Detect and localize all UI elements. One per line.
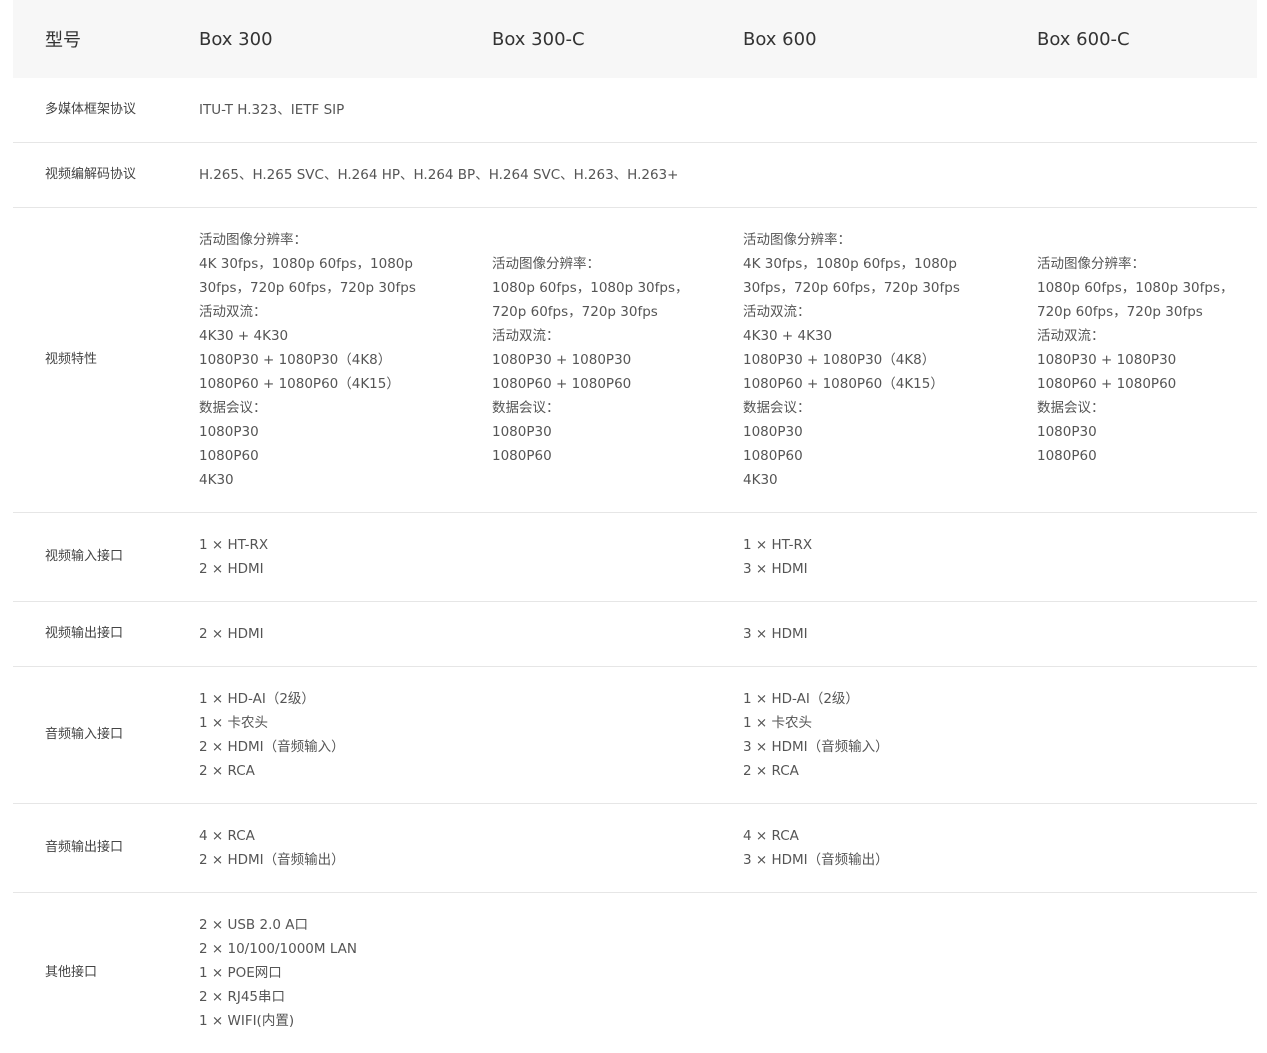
cell-video-features-box300c: 活动图像分辨率：1080p 60fps，1080p 30fps，720p 60f… <box>492 208 743 513</box>
row-label-video-output: 视频输出接口 <box>13 602 199 667</box>
cell-line: 活动图像分辨率： <box>492 252 743 276</box>
row-video-output: 视频输出接口 2 × HDMI 3 × HDMI <box>13 602 1257 667</box>
cell-line: 1 × HD-AI（2级） <box>743 687 1257 711</box>
cell-line: 1080P30 + 1080P30 <box>1037 348 1257 372</box>
cell-line: 2 × RJ45串口 <box>199 985 1257 1009</box>
cell-line: 活动双流： <box>1037 324 1257 348</box>
cell-line: 1080P60 <box>1037 444 1257 468</box>
cell-line: 2 × RCA <box>743 759 1257 783</box>
cell-line: 2 × HDMI <box>199 557 743 581</box>
cell-line: 1080P30 + 1080P30 <box>492 348 743 372</box>
row-label-video-input: 视频输入接口 <box>13 513 199 602</box>
cell-line: 3 × HDMI <box>743 622 1257 646</box>
cell-line: 4K 30fps，1080p 60fps，1080p <box>199 252 492 276</box>
row-audio-output: 音频输出接口 4 × RCA2 × HDMI（音频输出） 4 × RCA3 × … <box>13 804 1257 893</box>
row-label-codec: 视频编解码协议 <box>13 143 199 208</box>
cell-line: 数据会议： <box>492 396 743 420</box>
protocol-value: ITU-T H.323、IETF SIP <box>199 78 1257 143</box>
cell-line: 数据会议： <box>1037 396 1257 420</box>
cell-line: 1080P60 + 1080P60 <box>492 372 743 396</box>
cell-line: 1080P60 <box>743 444 1037 468</box>
cell-line: 1080P30 + 1080P30（4K8） <box>743 348 1037 372</box>
cell-line: 2 × HDMI <box>199 622 743 646</box>
cell-line: 4K30 + 4K30 <box>199 324 492 348</box>
cell-line: 1080P60 <box>492 444 743 468</box>
cell-line: 4K30 <box>743 468 1037 492</box>
row-protocol: 多媒体框架协议 ITU-T H.323、IETF SIP <box>13 78 1257 143</box>
codec-value: H.265、H.265 SVC、H.264 HP、H.264 BP、H.264 … <box>199 143 1257 208</box>
cell-line: 1 × 卡农头 <box>199 711 743 735</box>
row-label-audio-output: 音频输出接口 <box>13 804 199 893</box>
cell-line: 2 × HDMI（音频输入） <box>199 735 743 759</box>
cell-line: 1 × 卡农头 <box>743 711 1257 735</box>
model-header-box300c: Box 300-C <box>492 0 743 78</box>
header-row: 型号 Box 300 Box 300-C Box 600 Box 600-C <box>13 0 1257 78</box>
cell-line: 活动图像分辨率： <box>743 228 1037 252</box>
cell-audio-output-box300: 4 × RCA2 × HDMI（音频输出） <box>199 804 743 893</box>
cell-line: 活动图像分辨率： <box>199 228 492 252</box>
cell-line: 1 × HT-RX <box>199 533 743 557</box>
cell-line: 720p 60fps，720p 30fps <box>1037 300 1257 324</box>
cell-audio-input-box300: 1 × HD-AI（2级）1 × 卡农头2 × HDMI（音频输入）2 × RC… <box>199 667 743 804</box>
cell-line: 2 × HDMI（音频输出） <box>199 848 743 872</box>
cell-line: 4 × RCA <box>199 824 743 848</box>
cell-line: 3 × HDMI（音频输入） <box>743 735 1257 759</box>
model-header-label: 型号 <box>13 0 199 78</box>
cell-line: 数据会议： <box>199 396 492 420</box>
spec-table: 型号 Box 300 Box 300-C Box 600 Box 600-C 多… <box>13 0 1257 1053</box>
cell-line: 4 × RCA <box>743 824 1257 848</box>
cell-line: 720p 60fps，720p 30fps <box>492 300 743 324</box>
cell-video-output-box600: 3 × HDMI <box>743 602 1257 667</box>
cell-line: 2 × RCA <box>199 759 743 783</box>
cell-line: 4K30 <box>199 468 492 492</box>
cell-line: 活动图像分辨率： <box>1037 252 1257 276</box>
cell-line: 1080P60 + 1080P60 <box>1037 372 1257 396</box>
cell-video-features-box600c: 活动图像分辨率：1080p 60fps，1080p 30fps，720p 60f… <box>1037 208 1257 513</box>
cell-video-input-box600: 1 × HT-RX3 × HDMI <box>743 513 1257 602</box>
cell-line: 2 × USB 2.0 A口 <box>199 913 1257 937</box>
row-video-input: 视频输入接口 1 × HT-RX2 × HDMI 1 × HT-RX3 × HD… <box>13 513 1257 602</box>
model-header-box300: Box 300 <box>199 0 492 78</box>
cell-line: 1080P30 + 1080P30（4K8） <box>199 348 492 372</box>
cell-line: 30fps，720p 60fps，720p 30fps <box>199 276 492 300</box>
cell-line: 3 × HDMI（音频输出） <box>743 848 1257 872</box>
cell-line: 1080P30 <box>743 420 1037 444</box>
model-header-box600: Box 600 <box>743 0 1037 78</box>
row-video-features: 视频特性 活动图像分辨率：4K 30fps，1080p 60fps，1080p3… <box>13 208 1257 513</box>
row-label-protocol: 多媒体框架协议 <box>13 78 199 143</box>
cell-line: 4K30 + 4K30 <box>743 324 1037 348</box>
cell-line: 活动双流： <box>492 324 743 348</box>
cell-line: 4K 30fps，1080p 60fps，1080p <box>743 252 1037 276</box>
cell-audio-output-box600: 4 × RCA3 × HDMI（音频输出） <box>743 804 1257 893</box>
cell-line: 30fps，720p 60fps，720p 30fps <box>743 276 1037 300</box>
cell-line: 1080P30 <box>199 420 492 444</box>
cell-line: 1080P30 <box>492 420 743 444</box>
cell-line: 1080P60 + 1080P60（4K15） <box>743 372 1037 396</box>
cell-line: 1080p 60fps，1080p 30fps， <box>492 276 743 300</box>
cell-video-output-box300: 2 × HDMI <box>199 602 743 667</box>
cell-video-features-box300: 活动图像分辨率：4K 30fps，1080p 60fps，1080p30fps，… <box>199 208 492 513</box>
cell-line: 活动双流： <box>199 300 492 324</box>
cell-audio-input-box600: 1 × HD-AI（2级）1 × 卡农头3 × HDMI（音频输入）2 × RC… <box>743 667 1257 804</box>
cell-line: 1 × HD-AI（2级） <box>199 687 743 711</box>
cell-line: 1 × POE网口 <box>199 961 1257 985</box>
row-label-video-features: 视频特性 <box>13 208 199 513</box>
model-header-box600c: Box 600-C <box>1037 0 1257 78</box>
cell-video-features-box600: 活动图像分辨率：4K 30fps，1080p 60fps，1080p30fps，… <box>743 208 1037 513</box>
cell-line: 3 × HDMI <box>743 557 1257 581</box>
cell-line: 1080P30 <box>1037 420 1257 444</box>
cell-line: 活动双流： <box>743 300 1037 324</box>
row-audio-input: 音频输入接口 1 × HD-AI（2级）1 × 卡农头2 × HDMI（音频输入… <box>13 667 1257 804</box>
cell-line: 1 × HT-RX <box>743 533 1257 557</box>
cell-line: 1080p 60fps，1080p 30fps， <box>1037 276 1257 300</box>
cell-line: 1080P60 <box>199 444 492 468</box>
cell-video-input-box300: 1 × HT-RX2 × HDMI <box>199 513 743 602</box>
cell-line: 2 × 10/100/1000M LAN <box>199 937 1257 961</box>
row-label-audio-input: 音频输入接口 <box>13 667 199 804</box>
row-codec: 视频编解码协议 H.265、H.265 SVC、H.264 HP、H.264 B… <box>13 143 1257 208</box>
cell-line: 1080P60 + 1080P60（4K15） <box>199 372 492 396</box>
cell-line: 1 × WIFI(内置) <box>199 1009 1257 1033</box>
cell-line: 数据会议： <box>743 396 1037 420</box>
